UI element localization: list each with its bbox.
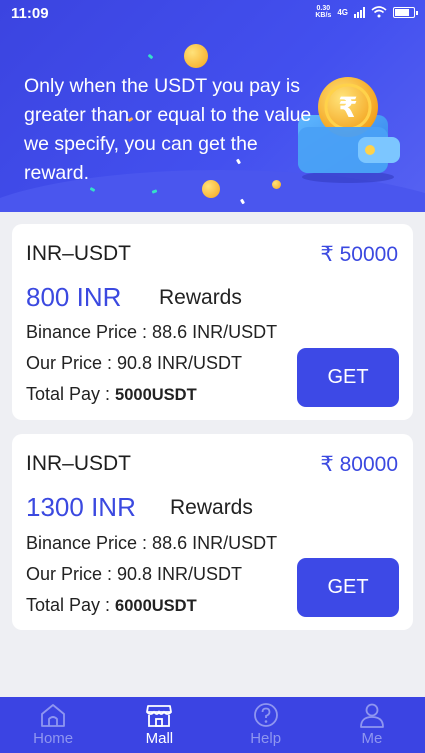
- svg-text:₹: ₹: [338, 91, 357, 124]
- total-pay: Total Pay : 6000USDT: [26, 595, 197, 616]
- help-icon: [253, 703, 278, 727]
- total-pay-value: 6000USDT: [115, 597, 197, 615]
- our-price: Our Price : 90.8 INR/USDT: [26, 353, 243, 373]
- network-speed-unit: KB/s: [315, 12, 332, 19]
- nav-label-mall: Mall: [145, 730, 174, 747]
- user-icon: [359, 703, 384, 728]
- status-bar: 11:09 0.30 KB/s 4G: [0, 0, 425, 28]
- nav-label-help: Help: [250, 730, 282, 747]
- reward-label: Rewards: [159, 286, 242, 309]
- signal-icon: [354, 6, 365, 18]
- network-speed: 0.30 KB/s: [315, 5, 331, 19]
- network-speed-value: 0.30: [316, 5, 331, 12]
- hero-banner: Only when the USDT you pay is greater th…: [0, 0, 425, 212]
- battery-icon: [393, 6, 418, 18]
- bottom-nav: Home Mall Help Me: [0, 697, 425, 753]
- nav-label-me: Me: [361, 730, 383, 747]
- nav-item-home[interactable]: Home: [0, 697, 106, 753]
- currency-pair: INR–USDT: [26, 242, 132, 265]
- deposit-amount: ₹ 50000: [320, 243, 398, 266]
- binance-price: Binance Price : 88.6 INR/USDT: [26, 322, 278, 342]
- status-indicators: 0.30 KB/s 4G: [315, 5, 418, 19]
- home-icon: [41, 704, 66, 727]
- store-icon: [146, 705, 173, 727]
- coin-decoration: [184, 44, 208, 68]
- reward-card: INR–USDT ₹ 50000 800 INR Rewards Binance…: [12, 224, 413, 420]
- total-pay-label: Total Pay :: [26, 595, 116, 615]
- status-time: 11:09: [11, 5, 49, 22]
- reward-amount: 800 INR: [26, 282, 122, 312]
- network-type: 4G: [337, 7, 348, 17]
- get-button[interactable]: GET: [297, 558, 399, 617]
- nav-item-me[interactable]: Me: [319, 697, 425, 753]
- reward-label: Rewards: [170, 496, 253, 519]
- our-price: Our Price : 90.8 INR/USDT: [26, 564, 243, 584]
- deposit-amount: ₹ 80000: [320, 453, 398, 476]
- reward-amount: 1300 INR: [26, 492, 136, 522]
- total-pay-value: 5000USDT: [115, 386, 197, 404]
- get-button[interactable]: GET: [297, 348, 399, 407]
- confetti-decoration: [147, 53, 154, 60]
- nav-item-mall[interactable]: Mall: [106, 697, 212, 753]
- wifi-icon: [371, 6, 387, 18]
- banner-text: Only when the USDT you pay is greater th…: [24, 75, 312, 184]
- total-pay: Total Pay : 5000USDT: [26, 384, 197, 405]
- currency-pair: INR–USDT: [26, 452, 132, 475]
- nav-label-home: Home: [33, 730, 74, 747]
- total-pay-label: Total Pay :: [26, 384, 116, 404]
- binance-price: Binance Price : 88.6 INR/USDT: [26, 533, 278, 553]
- nav-item-help[interactable]: Help: [213, 697, 319, 753]
- reward-card: INR–USDT ₹ 80000 1300 INR Rewards Binanc…: [12, 434, 413, 630]
